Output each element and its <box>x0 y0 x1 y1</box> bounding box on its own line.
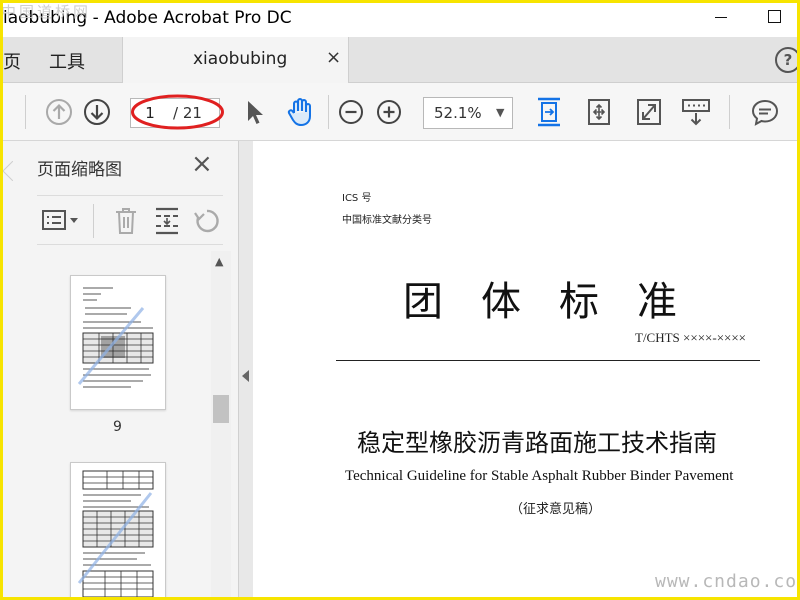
doc-standard-code: T/CHTS ××××-×××× <box>635 330 747 345</box>
panel-divider[interactable] <box>239 141 253 597</box>
document-tab[interactable]: xiaobubing × <box>122 37 349 83</box>
site-watermark: 中国道桥网 <box>3 3 92 21</box>
document-tab-label: xiaobubing <box>193 49 288 69</box>
zoom-out-icon[interactable] <box>338 99 364 125</box>
thumbnail-options-icon[interactable] <box>41 208 81 234</box>
fullscreen-icon[interactable] <box>635 97 663 127</box>
scrollbar-thumb[interactable] <box>213 395 229 423</box>
delete-page-icon[interactable] <box>113 206 139 236</box>
close-tab-button[interactable]: × <box>326 47 341 68</box>
close-panel-button[interactable]: × <box>191 151 213 177</box>
thumbnail-page-label: 9 <box>113 419 122 435</box>
doc-english-title: Technical Guideline for Stable Asphalt R… <box>345 468 734 484</box>
rotate-page-icon[interactable] <box>193 207 221 235</box>
doc-classification: 中国标准文献分类号 <box>342 215 432 226</box>
tab-bar: 页 工具 xiaobubing × ? <box>3 37 797 83</box>
hand-tool-icon[interactable] <box>285 96 317 128</box>
doc-rule-line <box>336 360 760 361</box>
doc-chinese-title: 稳定型橡胶沥青路面施工技术指南 <box>357 429 717 457</box>
maximize-button[interactable] <box>768 10 781 23</box>
collapse-panel-icon[interactable] <box>242 370 249 382</box>
panel-toolbar <box>37 195 223 245</box>
tab-home[interactable]: 页 <box>3 48 21 74</box>
toolbar-separator <box>25 95 26 129</box>
scroll-mode-icon[interactable] <box>681 97 711 127</box>
page-thumbnails-panel: 页面缩略图 × 9 ▲ <box>3 141 239 597</box>
tab-tools[interactable]: 工具 <box>49 48 85 74</box>
thumbnail-list: 9 <box>3 247 239 597</box>
page-thumbnail-preview <box>77 287 154 388</box>
fit-page-icon[interactable] <box>535 95 563 129</box>
site-watermark-bottom: www.cndao.com <box>655 571 797 592</box>
title-bar: iaobubing - Adobe Acrobat Pro DC 中国道桥网 <box>3 3 797 37</box>
thumbnail-scrollbar[interactable]: ▲ <box>211 251 231 597</box>
doc-ics-number: ICS 号 <box>342 193 372 204</box>
select-cursor-icon[interactable] <box>243 98 265 126</box>
minimize-button[interactable] <box>715 17 727 18</box>
doc-draft-note: （征求意见稿） <box>510 502 602 517</box>
next-page-icon[interactable] <box>83 98 111 126</box>
page-number-field[interactable]: / 21 <box>130 98 220 128</box>
toolbar-separator <box>729 95 730 129</box>
previous-page-icon[interactable] <box>45 98 73 126</box>
acrobat-window: iaobubing - Adobe Acrobat Pro DC 中国道桥网 页… <box>3 3 797 597</box>
panel-pointer <box>3 161 13 181</box>
panel-toolbar-separator <box>93 204 94 238</box>
comment-icon[interactable] <box>750 97 780 127</box>
page-thumbnail[interactable] <box>70 462 166 597</box>
total-pages-label: / 21 <box>173 104 202 122</box>
current-page-input[interactable] <box>135 103 165 123</box>
doc-big-title: 团体标准 <box>403 279 715 325</box>
help-button[interactable]: ? <box>775 47 797 73</box>
zoom-value: 52.1% <box>434 104 482 122</box>
scroll-up-arrow-icon[interactable]: ▲ <box>215 255 223 268</box>
page-thumbnail[interactable] <box>70 275 166 410</box>
insert-page-icon[interactable] <box>153 206 181 236</box>
toolbar-separator <box>328 95 329 129</box>
page-thumbnail-preview <box>77 470 154 597</box>
panel-title: 页面缩略图 <box>37 160 122 180</box>
main-toolbar: / 21 52.1% ▼ <box>3 83 797 141</box>
zoom-in-icon[interactable] <box>376 99 402 125</box>
zoom-dropdown[interactable]: 52.1% ▼ <box>423 97 513 129</box>
document-page: ICS 号 中国标准文献分类号 团体标准 T/CHTS ××××-×××× 稳定… <box>253 141 797 597</box>
chevron-down-icon: ▼ <box>496 106 505 119</box>
rotate-view-icon[interactable] <box>585 97 613 127</box>
